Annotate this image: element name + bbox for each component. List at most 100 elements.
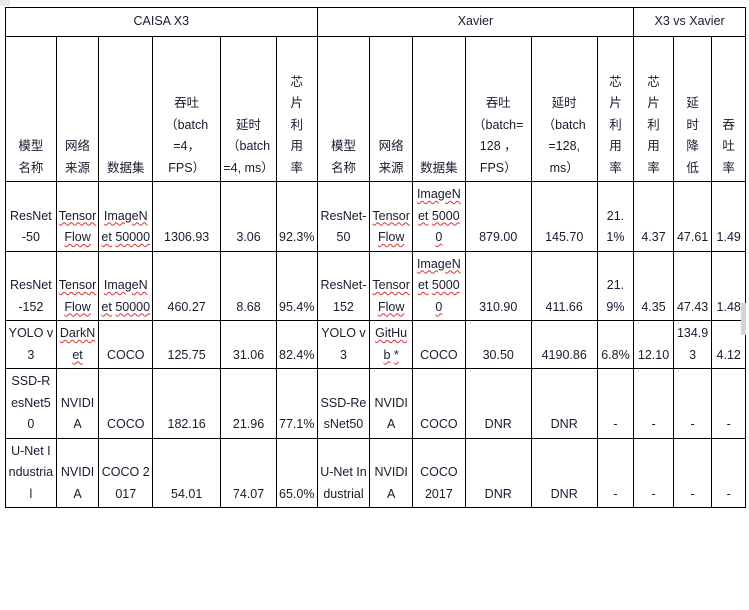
cell-x3-throughput: 182.16 xyxy=(152,368,222,439)
cell-x3-chip-utilization: 77.1% xyxy=(275,368,318,439)
header-line: 片 xyxy=(647,96,660,110)
cell-cmp-chip-utilization: - xyxy=(633,368,674,439)
cell-x3-model-name: U-Net Industrial xyxy=(5,437,57,508)
col-header-x3-network-source: 网络 来源 xyxy=(55,36,100,182)
spellcheck-flagged-text: TensorFlow xyxy=(58,278,97,314)
col-header-cmp-latency-reduction: 延时降低 xyxy=(672,36,713,182)
group-header-row: CAISA X3 Xavier X3 vs Xavier xyxy=(5,7,746,37)
cell-cmp-throughput-ratio: 1.49 xyxy=(711,181,746,252)
header-line: =4， xyxy=(173,139,201,153)
table-row: ResNet-152 TensorFlow ImageNet 50000 460.27… xyxy=(5,250,746,321)
col-header-xavier-chip-utilization: 芯片利用率 xyxy=(596,36,635,182)
cell-cmp-latency-reduction: - xyxy=(672,437,713,508)
cell-x3-network-source: TensorFlow xyxy=(55,250,100,321)
cell-cmp-chip-utilization: - xyxy=(633,437,674,508)
cell-xavier-dataset: COCO 2017 xyxy=(411,437,466,508)
cell-xavier-latency: 145.70 xyxy=(530,181,598,252)
header-line: FPS） xyxy=(479,160,517,175)
table-body: ResNet-50 TensorFlow ImageNet 50000 1306.93… xyxy=(5,181,746,508)
cell-x3-latency: 3.06 xyxy=(220,181,277,252)
cell-x3-throughput: 125.75 xyxy=(152,320,222,369)
col-header-cmp-chip-utilization: 芯片利用率 xyxy=(633,36,674,182)
cell-x3-latency: 31.06 xyxy=(220,320,277,369)
col-header-xavier-network-source: 网络 来源 xyxy=(369,36,413,182)
cell-x3-dataset: COCO xyxy=(98,320,154,369)
cell-x3-throughput: 460.27 xyxy=(152,250,222,321)
spellcheck-flagged-text: * xyxy=(393,347,399,362)
cell-xavier-chip-utilization: 21.1% xyxy=(596,181,635,252)
cell-xavier-network-source: TensorFlow xyxy=(369,181,413,252)
header-line: 片 xyxy=(609,96,622,110)
cell-cmp-latency-reduction: - xyxy=(672,368,713,439)
cell-xavier-throughput: DNR xyxy=(464,368,532,439)
cell-xavier-throughput: 310.90 xyxy=(464,250,532,321)
cell-cmp-chip-utilization: 4.35 xyxy=(633,250,674,321)
cell-x3-chip-utilization: 92.3% xyxy=(275,181,318,252)
spellcheck-flagged-text: 50000 xyxy=(115,299,151,314)
cell-x3-dataset: ImageNet 50000 xyxy=(98,181,154,252)
cell-x3-latency: 74.07 xyxy=(220,437,277,508)
document-page: CAISA X3 Xavier X3 vs Xavier 模型 名称 网络 来源 数… xyxy=(0,0,749,610)
table-row: YOLO v3 DarkNet COCO 125.75 31.06 82.4% YOLO v… xyxy=(5,320,746,369)
cell-xavier-latency: 411.66 xyxy=(530,250,598,321)
header-line: 降 xyxy=(686,139,699,153)
header-line: 用 xyxy=(647,139,660,153)
cell-cmp-latency-reduction: 47.43 xyxy=(672,250,713,321)
cell-xavier-chip-utilization: - xyxy=(596,368,635,439)
header-line: 网络 xyxy=(65,139,91,153)
header-line: 吞吐 xyxy=(174,96,200,110)
cell-xavier-model-name: ResNet-50 xyxy=(316,181,371,252)
header-line: 片 xyxy=(290,96,304,110)
cell-xavier-latency: 4190.86 xyxy=(530,320,598,369)
cell-xavier-latency: DNR xyxy=(530,368,598,439)
col-header-x3-dataset: 数据集 xyxy=(98,36,154,182)
window-edge-sliver xyxy=(0,0,10,6)
header-line: 低 xyxy=(686,160,699,175)
col-header-x3-throughput: 吞吐 （batch =4， FPS） xyxy=(152,36,222,182)
cell-xavier-dataset: COCO xyxy=(411,320,466,369)
cell-x3-dataset: COCO xyxy=(98,368,154,439)
header-line: 名称 xyxy=(330,160,356,175)
group-header-x3-vs-xavier: X3 vs Xavier xyxy=(633,7,746,37)
cell-xavier-model-name: U-Net Industrial xyxy=(316,437,371,508)
col-header-xavier-dataset: 数据集 xyxy=(411,36,466,182)
cell-xavier-dataset: ImageNet 50000 xyxy=(411,250,466,321)
header-line: 数据集 xyxy=(106,160,145,175)
benchmark-comparison-table: CAISA X3 Xavier X3 vs Xavier 模型 名称 网络 来源 数… xyxy=(5,7,746,508)
cell-x3-network-source: DarkNet xyxy=(55,320,100,369)
spellcheck-flagged-text: 50000 xyxy=(431,278,460,314)
spellcheck-flagged-text: TensorFlow xyxy=(372,208,410,245)
header-line: =4, ms） xyxy=(223,160,274,175)
header-line: 率 xyxy=(647,160,660,175)
cell-xavier-dataset: COCO xyxy=(411,368,466,439)
header-line: （batch xyxy=(165,117,209,132)
cell-x3-chip-utilization: 82.4% xyxy=(275,320,318,369)
cell-x3-latency: 8.68 xyxy=(220,250,277,321)
cell-xavier-chip-utilization: - xyxy=(596,437,635,508)
cell-cmp-chip-utilization: 12.10 xyxy=(633,320,674,369)
header-line: 128 ， xyxy=(479,139,517,153)
header-line: 利 xyxy=(647,117,660,132)
table-row: U-Net Industrial NVIDIA COCO 2017 54.01 74.0… xyxy=(5,437,746,508)
header-line: 名称 xyxy=(18,160,44,175)
cell-xavier-throughput: 30.50 xyxy=(464,320,532,369)
scrollbar-thumb[interactable] xyxy=(741,303,746,335)
cell-xavier-network-source: NVIDIA xyxy=(369,368,413,439)
header-line: 延 xyxy=(686,96,699,110)
header-line: 用 xyxy=(290,139,304,153)
cell-xavier-network-source: NVIDIA xyxy=(369,437,413,508)
col-header-xavier-latency: 延时 （batch =128, ms） xyxy=(530,36,598,182)
cell-cmp-latency-reduction: 47.61 xyxy=(672,181,713,252)
header-line: 延时 xyxy=(236,117,262,132)
header-line: 来源 xyxy=(378,160,404,175)
cell-x3-model-name: ResNet-50 xyxy=(5,181,57,252)
col-header-xavier-model-name: 模型 名称 xyxy=(316,36,371,182)
cell-x3-network-source: NVIDIA xyxy=(55,437,100,508)
spellcheck-flagged-text: GitHub xyxy=(375,326,408,362)
header-line: 利 xyxy=(609,117,622,132)
header-line: （batch xyxy=(542,117,586,132)
header-line: 数据集 xyxy=(420,160,458,175)
spellcheck-flagged-text: 50000 xyxy=(115,230,151,244)
group-header-xavier: Xavier xyxy=(316,7,635,37)
header-line: 模型 xyxy=(18,139,44,153)
